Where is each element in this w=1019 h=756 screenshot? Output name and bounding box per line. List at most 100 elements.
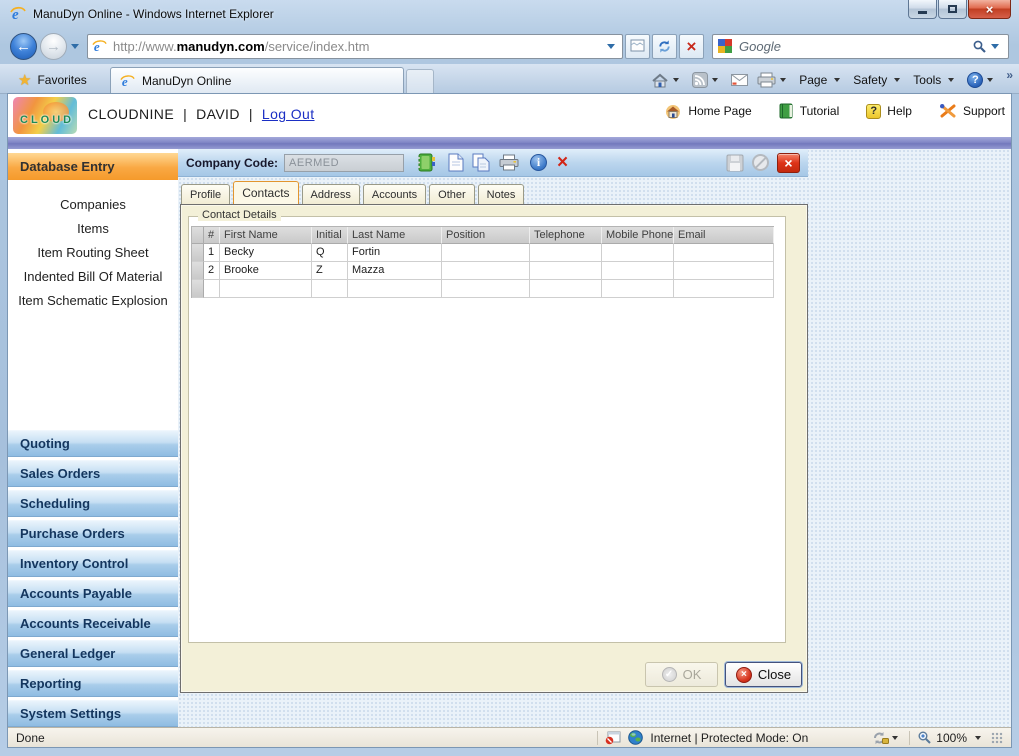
cell-last-name[interactable]: Fortin	[348, 244, 442, 262]
minimize-button[interactable]	[908, 0, 937, 19]
feeds-button[interactable]	[692, 72, 722, 88]
address-dropdown[interactable]	[607, 43, 615, 49]
cell-initial[interactable]	[312, 280, 348, 298]
module-reporting[interactable]: Reporting	[8, 670, 178, 697]
maximize-button[interactable]	[938, 0, 967, 19]
read-mail-button[interactable]	[731, 74, 749, 86]
sidebar-item-indented-bill-of-material[interactable]: Indented Bill Of Material	[8, 265, 178, 289]
cell-number[interactable]	[204, 280, 220, 298]
smartscreen-icon[interactable]	[872, 731, 890, 745]
feeds-dropdown[interactable]	[712, 78, 719, 82]
recent-pages-dropdown[interactable]	[71, 43, 79, 49]
tab-address[interactable]: Address	[301, 184, 360, 204]
module-sales-orders[interactable]: Sales Orders	[8, 460, 178, 487]
sidebar-item-item-routing-sheet[interactable]: Item Routing Sheet	[8, 241, 178, 265]
close-button[interactable]: × Close	[725, 662, 802, 687]
cell-telephone[interactable]	[530, 262, 602, 280]
cell-email[interactable]	[674, 262, 774, 280]
browse-records-button[interactable]	[416, 153, 436, 172]
sidebar-item-item-schematic-explosion[interactable]: Item Schematic Explosion	[8, 289, 178, 313]
tab-accounts[interactable]: Accounts	[362, 184, 427, 204]
browser-tab-manudyn[interactable]: e ManuDyn Online	[110, 67, 404, 94]
cell-position[interactable]	[442, 280, 530, 298]
home-dropdown[interactable]	[673, 78, 680, 82]
search-input[interactable]	[737, 37, 972, 55]
cell-position[interactable]	[442, 262, 530, 280]
cell-first-name[interactable]	[220, 280, 312, 298]
zoom-dropdown[interactable]	[975, 735, 981, 740]
tab-profile[interactable]: Profile	[181, 184, 231, 204]
cell-position[interactable]	[442, 244, 530, 262]
cell-number[interactable]: 2	[204, 262, 220, 280]
new-tab-stub[interactable]	[406, 69, 434, 94]
help-link[interactable]: ? Help	[866, 103, 912, 119]
cell-mobile-phone[interactable]	[602, 244, 674, 262]
support-link[interactable]: Support	[939, 103, 1005, 119]
refresh-button[interactable]	[652, 33, 677, 59]
cell-initial[interactable]: Q	[312, 244, 348, 262]
close-window-button[interactable]: ×	[968, 0, 1011, 19]
module-accounts-receivable[interactable]: Accounts Receivable	[8, 610, 178, 637]
search-icon[interactable]	[972, 39, 987, 54]
cell-telephone[interactable]	[530, 280, 602, 298]
cell-last-name[interactable]	[348, 280, 442, 298]
table-row[interactable]: 2 Brooke Z Mazza	[192, 262, 774, 280]
module-purchase-orders[interactable]: Purchase Orders	[8, 520, 178, 547]
cell-mobile-phone[interactable]	[602, 280, 674, 298]
page-menu[interactable]: Page	[799, 73, 844, 87]
module-accounts-payable[interactable]: Accounts Payable	[8, 580, 178, 607]
print-dropdown[interactable]	[780, 78, 787, 82]
cell-initial[interactable]: Z	[312, 262, 348, 280]
forward-button[interactable]: →	[40, 32, 67, 60]
cell-last-name[interactable]: Mazza	[348, 262, 442, 280]
back-button[interactable]: ←	[10, 32, 37, 60]
cell-first-name[interactable]: Becky	[220, 244, 312, 262]
cell-mobile-phone[interactable]	[602, 262, 674, 280]
help-button[interactable]: ?	[967, 72, 997, 88]
new-record-button[interactable]	[448, 153, 464, 172]
tutorial-link[interactable]: Tutorial	[779, 103, 839, 119]
print-button[interactable]	[757, 72, 790, 88]
sidebar-section-database-entry[interactable]: Database Entry	[8, 153, 178, 180]
help-dropdown[interactable]	[987, 78, 994, 82]
record-info-button[interactable]: i	[530, 154, 548, 171]
search-options-dropdown[interactable]	[991, 43, 999, 49]
home-page-link[interactable]: Home Page	[664, 103, 752, 119]
module-general-ledger[interactable]: General Ledger	[8, 640, 178, 667]
cell-first-name[interactable]: Brooke	[220, 262, 312, 280]
cell-email[interactable]	[674, 280, 774, 298]
row-selector[interactable]	[192, 262, 204, 280]
module-quoting[interactable]: Quoting	[8, 430, 178, 457]
favorites-button[interactable]: ★ Favorites	[10, 68, 95, 91]
address-bar[interactable]: e http://www. manudyn.com/service/index.h…	[87, 33, 623, 59]
row-selector[interactable]	[192, 244, 204, 262]
home-button[interactable]	[651, 73, 683, 88]
tools-menu[interactable]: Tools	[913, 73, 958, 87]
cell-email[interactable]	[674, 244, 774, 262]
row-selector[interactable]	[192, 280, 204, 298]
zoom-level[interactable]: 100%	[936, 731, 967, 745]
cell-telephone[interactable]	[530, 244, 602, 262]
cell-number[interactable]: 1	[204, 244, 220, 262]
module-scheduling[interactable]: Scheduling	[8, 490, 178, 517]
logout-link[interactable]: Log Out	[262, 106, 315, 122]
module-system-settings[interactable]: System Settings	[8, 700, 178, 727]
print-record-button[interactable]	[499, 154, 519, 171]
smartscreen-dropdown[interactable]	[892, 735, 899, 740]
delete-record-button[interactable]: ×	[557, 153, 568, 173]
sidebar-item-items[interactable]: Items	[8, 217, 178, 241]
table-row[interactable]	[192, 280, 774, 298]
resize-grip[interactable]	[991, 731, 1003, 744]
tab-other[interactable]: Other	[429, 184, 475, 204]
sidebar-item-companies[interactable]: Companies	[8, 193, 178, 217]
exit-record-button[interactable]: ×	[777, 152, 800, 173]
module-inventory-control[interactable]: Inventory Control	[8, 550, 178, 577]
table-row[interactable]: 1 Becky Q Fortin	[192, 244, 774, 262]
tab-notes[interactable]: Notes	[477, 184, 525, 204]
tab-contacts[interactable]: Contacts	[233, 181, 299, 204]
stop-button[interactable]: ×	[679, 33, 704, 59]
compatibility-view-button[interactable]	[625, 33, 650, 59]
copy-record-button[interactable]	[472, 153, 491, 172]
search-box[interactable]	[712, 33, 1009, 59]
safety-menu[interactable]: Safety	[853, 73, 904, 87]
